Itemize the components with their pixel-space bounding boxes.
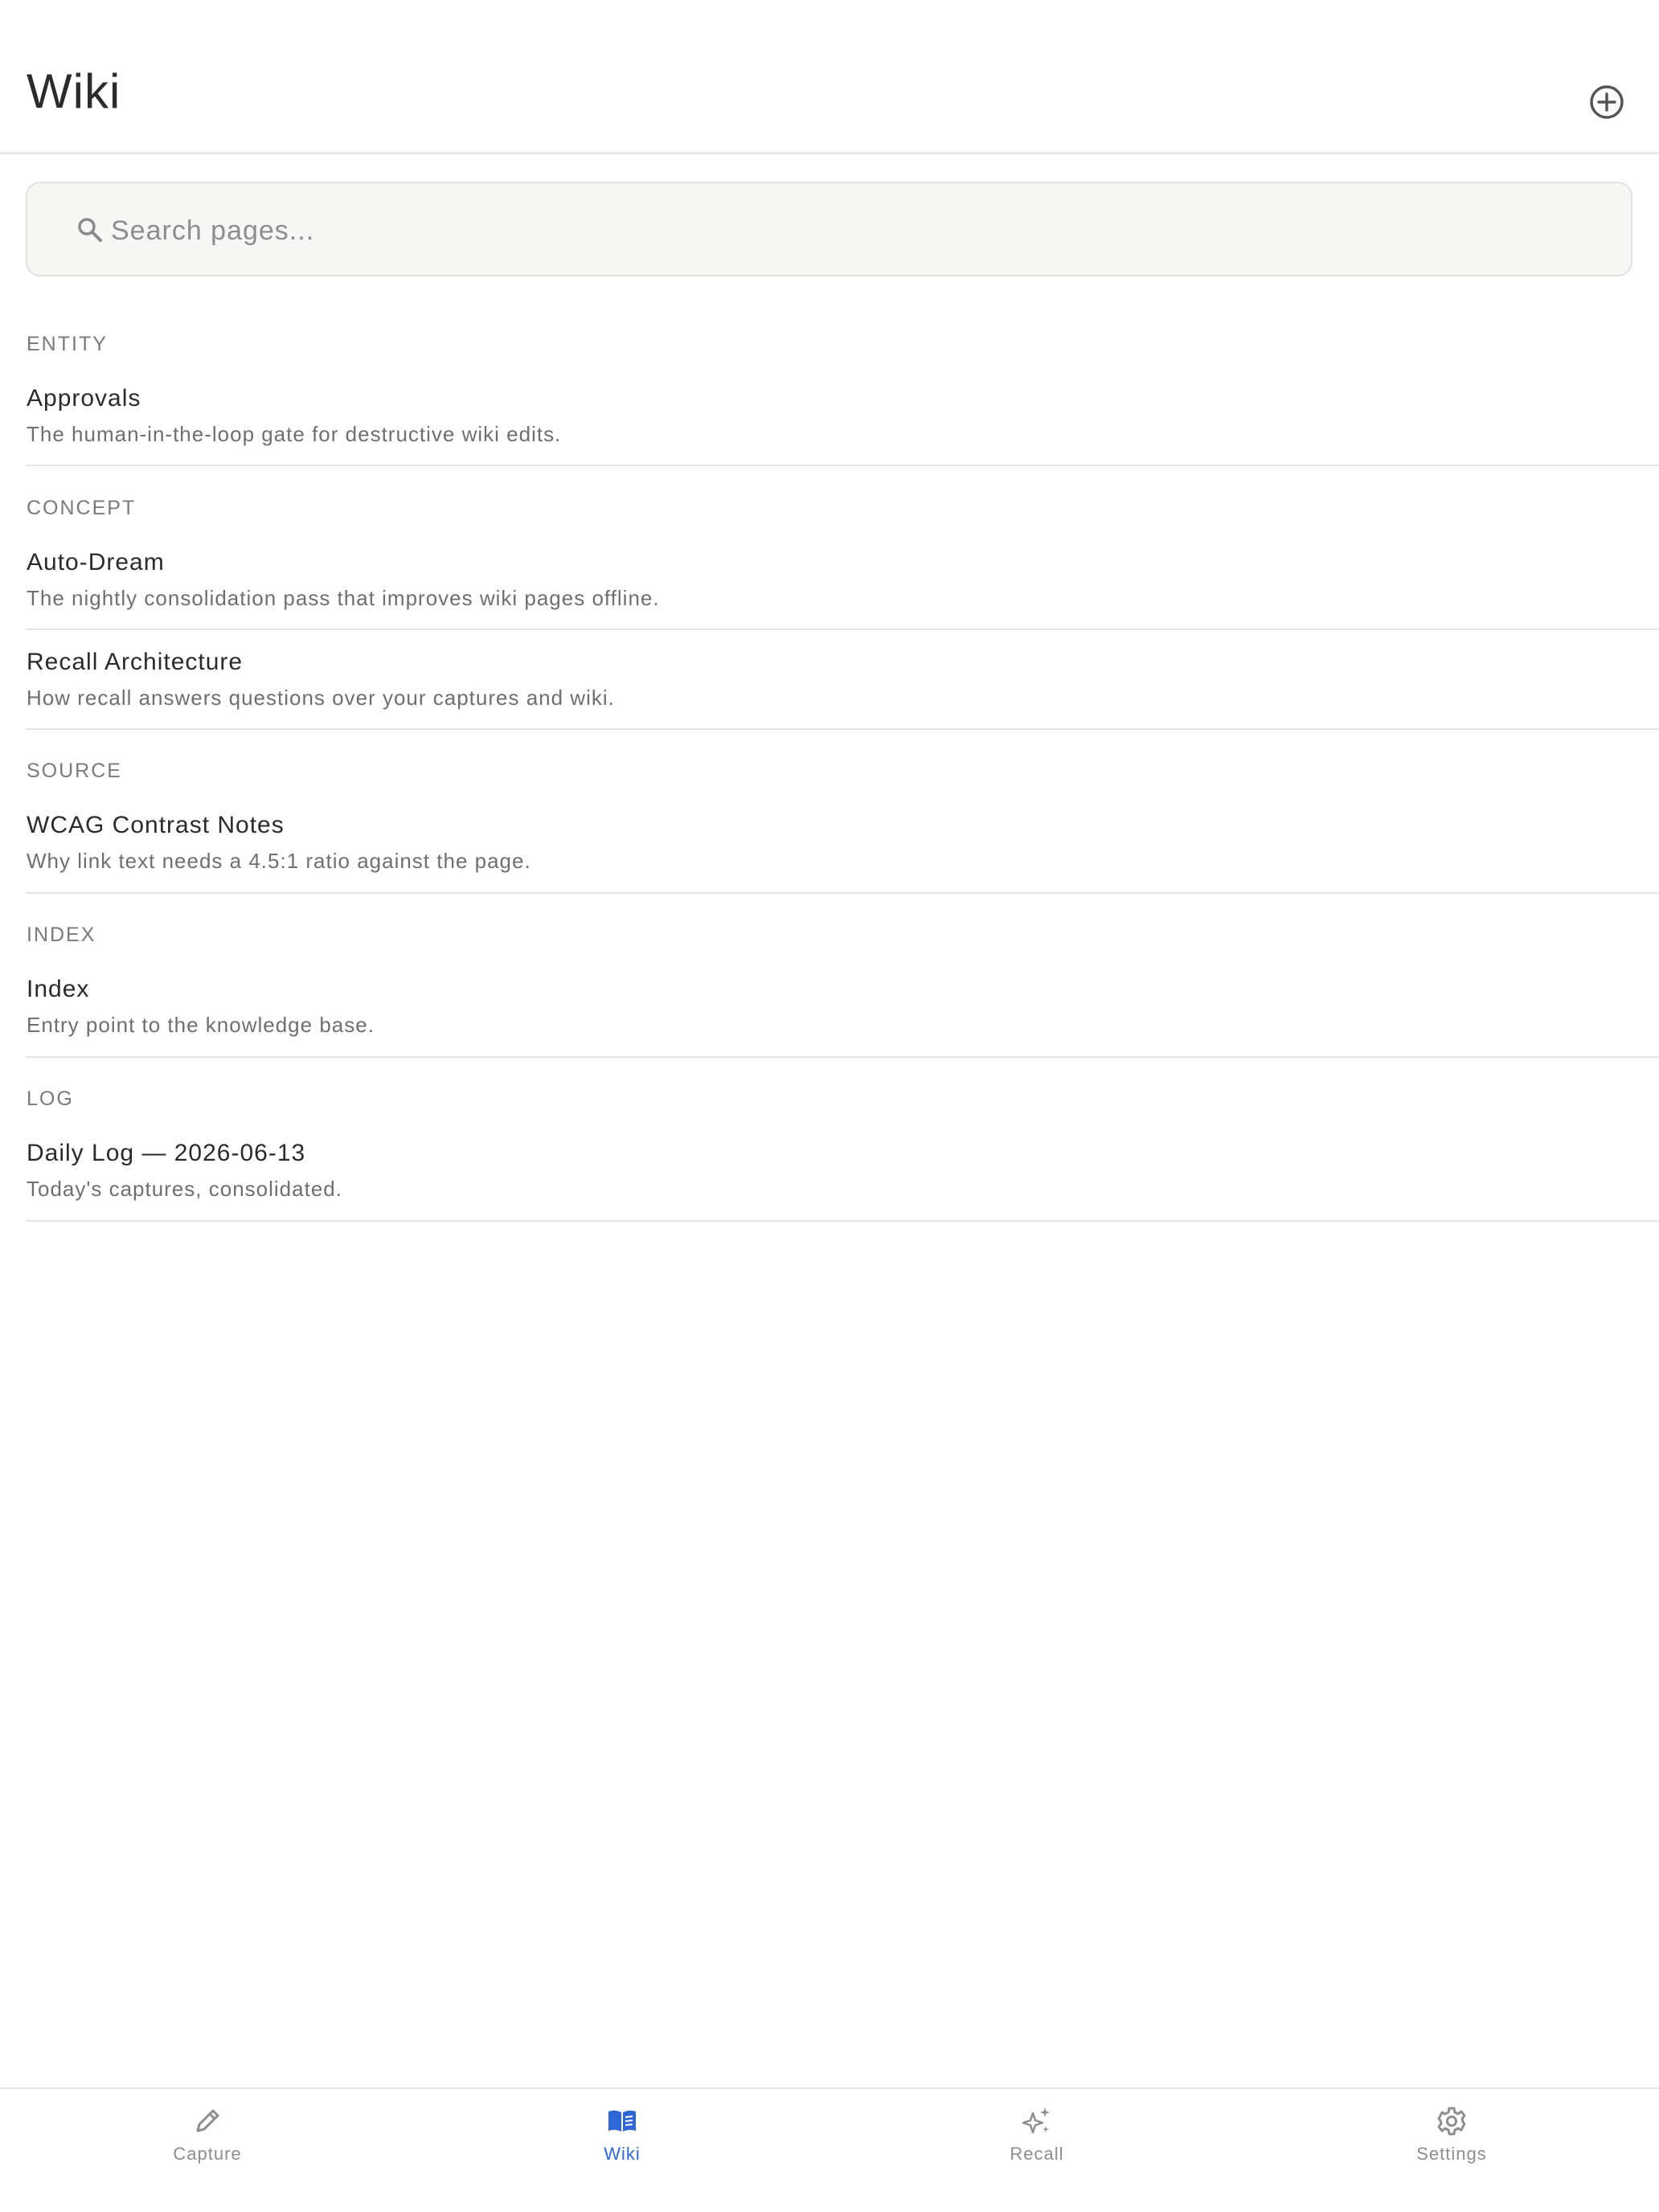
tab-settings[interactable]: Settings <box>1331 2089 1572 2185</box>
page-item-description: How recall answers questions over your c… <box>27 686 615 710</box>
book-icon <box>606 2105 638 2137</box>
group-label-index: INDEX <box>27 924 96 946</box>
tab-label: Wiki <box>604 2144 641 2164</box>
page-item-title: Recall Architecture <box>27 649 244 675</box>
search-input[interactable] <box>109 199 1608 262</box>
page-item-recall-architecture[interactable]: Recall Architecture How recall answers q… <box>26 630 1659 730</box>
group-label-log: LOG <box>27 1088 74 1110</box>
search-box <box>26 182 1632 276</box>
pencil-icon <box>191 2105 223 2137</box>
page-item-title: Auto-Dream <box>27 549 165 576</box>
page-item-description: The nightly consolidation pass that impr… <box>27 586 660 610</box>
page-item-title: WCAG Contrast Notes <box>27 812 285 838</box>
tab-label: Settings <box>1416 2144 1487 2164</box>
add-page-button[interactable] <box>1588 84 1625 121</box>
gear-icon <box>1436 2105 1468 2137</box>
group-label-entity: ENTITY <box>27 333 108 355</box>
page-item-title: Approvals <box>27 385 141 412</box>
tab-label: Capture <box>173 2144 242 2164</box>
page-item-description: Today's captures, consolidated. <box>27 1177 342 1201</box>
page-item-auto-dream[interactable]: Auto-Dream The nightly consolidation pas… <box>26 527 1659 630</box>
group-label-source: SOURCE <box>27 760 122 782</box>
tab-wiki[interactable]: Wiki <box>502 2089 743 2185</box>
page-item-description: The human-in-the-loop gate for destructi… <box>27 422 562 446</box>
search-icon <box>76 215 104 244</box>
header: Wiki <box>0 0 1659 154</box>
sparkles-icon <box>1021 2105 1053 2137</box>
page-item-title: Daily Log — 2026-06-13 <box>27 1140 306 1166</box>
tab-bar: Capture Wiki Recall Settings <box>0 2087 1659 2212</box>
tab-recall[interactable]: Recall <box>916 2089 1157 2185</box>
tab-label: Recall <box>1010 2144 1064 2164</box>
page-item-wcag-contrast-notes[interactable]: WCAG Contrast Notes Why link text needs … <box>26 790 1659 894</box>
page-item-approvals[interactable]: Approvals The human-in-the-loop gate for… <box>26 363 1659 466</box>
page-item-title: Index <box>27 976 90 1002</box>
page-item-daily-log[interactable]: Daily Log — 2026-06-13 Today's captures,… <box>26 1118 1659 1222</box>
page-item-description: Entry point to the knowledge base. <box>27 1013 375 1037</box>
page-item-description: Why link text needs a 4.5:1 ratio agains… <box>27 849 531 873</box>
page-title: Wiki <box>27 64 121 118</box>
plus-circle-icon <box>1590 85 1624 119</box>
page-item-index[interactable]: Index Entry point to the knowledge base. <box>26 954 1659 1058</box>
wiki-screen: Wiki ENTITY Approvals The human-in-the-l… <box>0 0 1659 2212</box>
tab-capture[interactable]: Capture <box>87 2089 328 2185</box>
group-label-concept: CONCEPT <box>27 497 137 519</box>
